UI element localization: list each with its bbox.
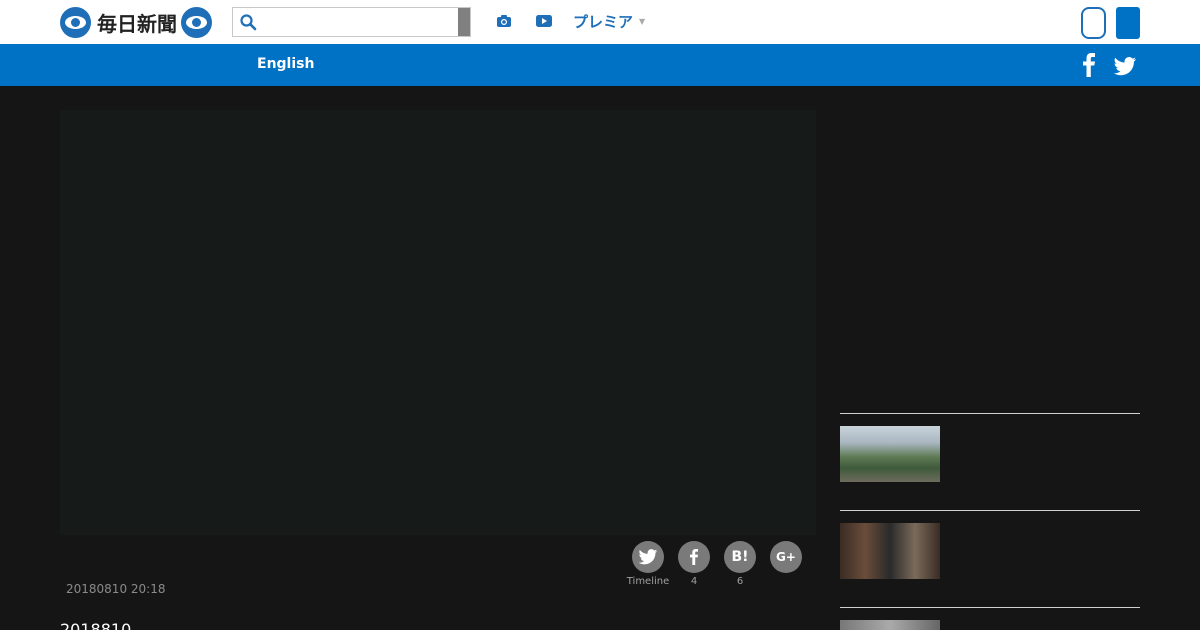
share-twitter-circle[interactable] <box>632 541 664 573</box>
logo-text: 毎日新聞 <box>97 11 177 36</box>
facebook-icon <box>690 549 698 565</box>
hatena-bookmark-icon: B! <box>731 549 749 565</box>
video-player[interactable] <box>60 110 816 535</box>
related-video-thumbnail[interactable] <box>840 523 940 579</box>
sidebar-divider <box>840 510 1140 511</box>
article-title: 2018810 <box>60 620 132 630</box>
share-gplus[interactable]: G+ <box>756 541 816 573</box>
chevron-down-icon: ▼ <box>639 17 646 26</box>
share-gplus-circle[interactable]: G+ <box>770 541 802 573</box>
share-facebook-circle[interactable] <box>678 541 710 573</box>
search-icon <box>240 14 257 31</box>
logo-emblem-right-icon <box>181 6 212 38</box>
login-button[interactable] <box>1081 7 1106 39</box>
related-video-thumbnail[interactable] <box>840 620 940 630</box>
sidebar-divider <box>840 413 1140 414</box>
video-icon[interactable] <box>535 13 553 29</box>
search-button[interactable] <box>458 8 470 36</box>
mainichi-logo[interactable]: 毎日新聞 <box>60 6 212 38</box>
premier-label: プレミア <box>573 13 634 31</box>
premier-menu[interactable]: プレミア ▼ <box>573 11 645 32</box>
blue-nav-bar: English <box>0 44 1200 86</box>
facebook-icon[interactable] <box>1080 53 1098 77</box>
nav-english-link[interactable]: English <box>257 56 314 72</box>
article-timestamp: 20180810 20:18 <box>66 582 166 596</box>
logo-emblem-left-icon <box>60 6 91 38</box>
related-video-thumbnail[interactable] <box>840 426 940 482</box>
search-input[interactable] <box>261 10 457 34</box>
twitter-icon[interactable] <box>1113 57 1137 77</box>
top-header: 毎日新聞 プレミア ▼ <box>0 0 1200 44</box>
twitter-icon <box>638 548 658 564</box>
sidebar-divider <box>840 607 1140 608</box>
share-hatena-circle[interactable]: B! <box>724 541 756 573</box>
camera-icon[interactable] <box>496 13 512 29</box>
google-plus-icon: G+ <box>776 550 796 564</box>
share-hatena-count: 6 <box>736 576 744 587</box>
subscribe-button[interactable] <box>1116 7 1140 39</box>
search-box <box>232 7 471 37</box>
